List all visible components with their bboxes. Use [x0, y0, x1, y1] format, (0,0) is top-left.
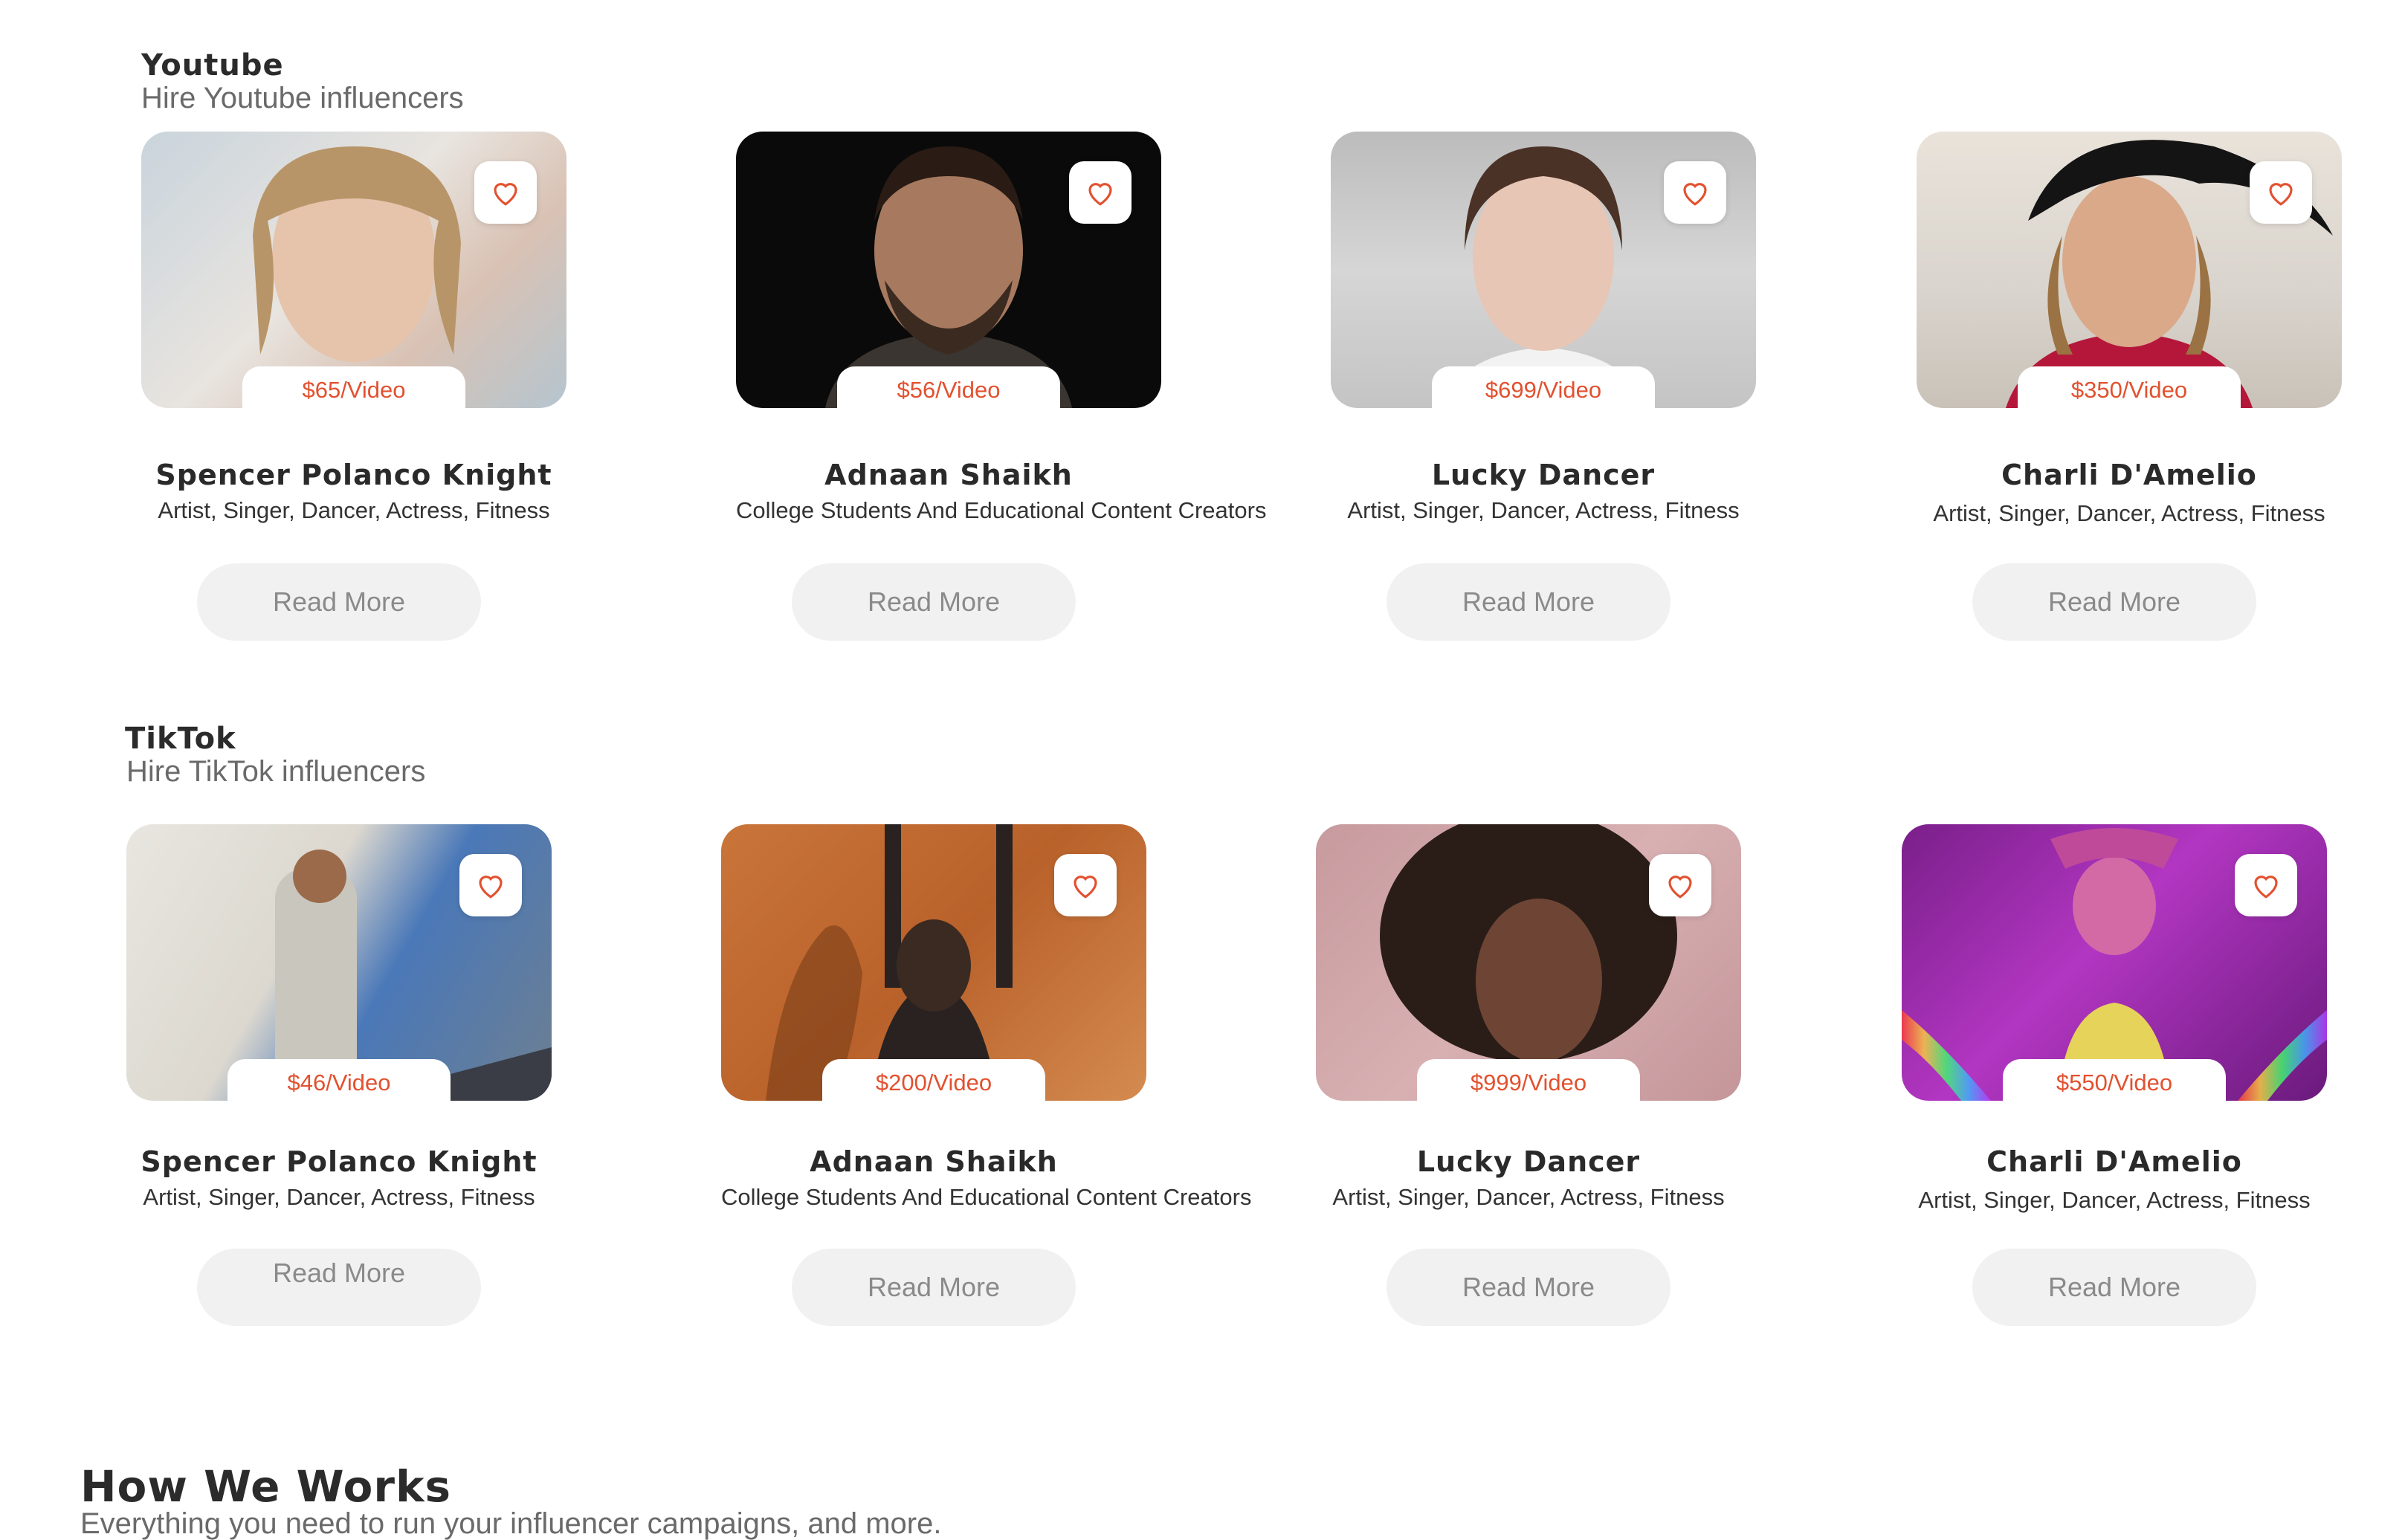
read-more-button[interactable]: Read More: [1386, 1249, 1670, 1326]
influencer-category: College Students And Educational Content…: [736, 497, 1267, 523]
section-subtitle: Hire Youtube influencers: [141, 82, 464, 114]
section-subtitle: Hire TikTok influencers: [126, 755, 426, 788]
tiktok-section-header: TikTok Hire TikTok influencers: [125, 722, 425, 788]
influencer-name: Lucky Dancer: [1416, 1145, 1641, 1178]
influencer-card: $46/Video Spencer Polanco Knight Artist,…: [126, 824, 552, 1212]
influencer-category: Artist, Singer, Dancer, Actress, Fitness: [1347, 497, 1740, 523]
favorite-button[interactable]: [2235, 854, 2297, 916]
influencer-photo: $699/Video: [1331, 132, 1756, 408]
influencer-name: Spencer Polanco Knight: [155, 459, 552, 491]
favorite-button[interactable]: [1069, 161, 1132, 224]
influencer-name: Charli D'Amelio: [1986, 1145, 2242, 1178]
influencer-photo: $999/Video: [1316, 824, 1741, 1101]
influencer-name: Lucky Dancer: [1431, 459, 1656, 491]
influencer-photo: $65/Video: [141, 132, 566, 408]
price-badge: $550/Video: [2003, 1059, 2226, 1101]
favorite-button[interactable]: [459, 854, 522, 916]
influencer-name: Charli D'Amelio: [2001, 459, 2257, 491]
read-more-button[interactable]: Read More: [197, 1249, 481, 1326]
influencer-category: Artist, Singer, Dancer, Actress, Fitness: [1332, 1184, 1725, 1210]
influencer-photo: $550/Video: [1902, 824, 2327, 1101]
price-badge: $200/Video: [822, 1059, 1045, 1101]
how-we-works-subtitle: Everything you need to run your influenc…: [80, 1507, 942, 1540]
price-badge: $999/Video: [1417, 1059, 1640, 1101]
influencer-name: Adnaan Shaikh: [810, 1145, 1058, 1178]
read-more-button[interactable]: Read More: [792, 563, 1076, 641]
influencer-photo: $350/Video: [1917, 132, 2342, 408]
influencer-photo: $56/Video: [736, 132, 1161, 408]
how-we-works-title: How We Works: [80, 1461, 452, 1512]
influencer-name: Adnaan Shaikh: [824, 459, 1073, 491]
read-more-button[interactable]: Read More: [197, 563, 481, 641]
influencer-name: Spencer Polanco Knight: [141, 1145, 538, 1178]
price-badge: $699/Video: [1432, 366, 1655, 408]
influencer-photo: $200/Video: [721, 824, 1146, 1101]
read-more-button[interactable]: Read More: [1972, 563, 2256, 641]
price-badge: $46/Video: [227, 1059, 451, 1101]
heart-icon: [2269, 183, 2293, 206]
price-badge: $350/Video: [2018, 366, 2241, 408]
favorite-button[interactable]: [2250, 161, 2312, 224]
heart-icon: [479, 876, 503, 899]
influencer-card: $65/Video Spencer Polanco Knight Artist,…: [141, 132, 566, 525]
influencer-card: $200/Video Adnaan Shaikh College Student…: [721, 824, 1252, 1212]
influencer-category: Artist, Singer, Dancer, Actress, Fitness: [1933, 500, 2325, 526]
influencer-photo: $46/Video: [126, 824, 552, 1101]
section-title: TikTok: [125, 722, 236, 756]
heart-icon: [1088, 183, 1112, 206]
heart-icon: [1668, 876, 1692, 899]
heart-icon: [1683, 183, 1707, 206]
influencer-category: Artist, Singer, Dancer, Actress, Fitness: [158, 497, 550, 523]
price-badge: $65/Video: [242, 366, 465, 408]
favorite-button[interactable]: [1649, 854, 1711, 916]
read-more-button[interactable]: Read More: [1972, 1249, 2256, 1326]
influencer-card: $350/Video Charli D'Amelio Artist, Singe…: [1917, 132, 2342, 528]
influencer-category: College Students And Educational Content…: [721, 1184, 1252, 1210]
favorite-button[interactable]: [1054, 854, 1117, 916]
read-more-button[interactable]: Read More: [1386, 563, 1670, 641]
influencer-category: Artist, Singer, Dancer, Actress, Fitness: [1918, 1187, 2311, 1213]
influencer-card: $999/Video Lucky Dancer Artist, Singer, …: [1316, 824, 1741, 1212]
section-title: Youtube: [141, 48, 284, 82]
heart-icon: [494, 183, 517, 206]
influencer-card: $699/Video Lucky Dancer Artist, Singer, …: [1331, 132, 1756, 525]
price-badge: $56/Video: [837, 366, 1060, 408]
influencer-category: Artist, Singer, Dancer, Actress, Fitness: [143, 1184, 535, 1210]
youtube-section-header: Youtube Hire Youtube influencers: [141, 49, 464, 114]
heart-icon: [2254, 876, 2278, 899]
influencer-card: $550/Video Charli D'Amelio Artist, Singe…: [1902, 824, 2327, 1215]
heart-icon: [1074, 876, 1097, 899]
favorite-button[interactable]: [474, 161, 537, 224]
favorite-button[interactable]: [1664, 161, 1726, 224]
influencer-card: $56/Video Adnaan Shaikh College Students…: [736, 132, 1267, 525]
read-more-button[interactable]: Read More: [792, 1249, 1076, 1326]
